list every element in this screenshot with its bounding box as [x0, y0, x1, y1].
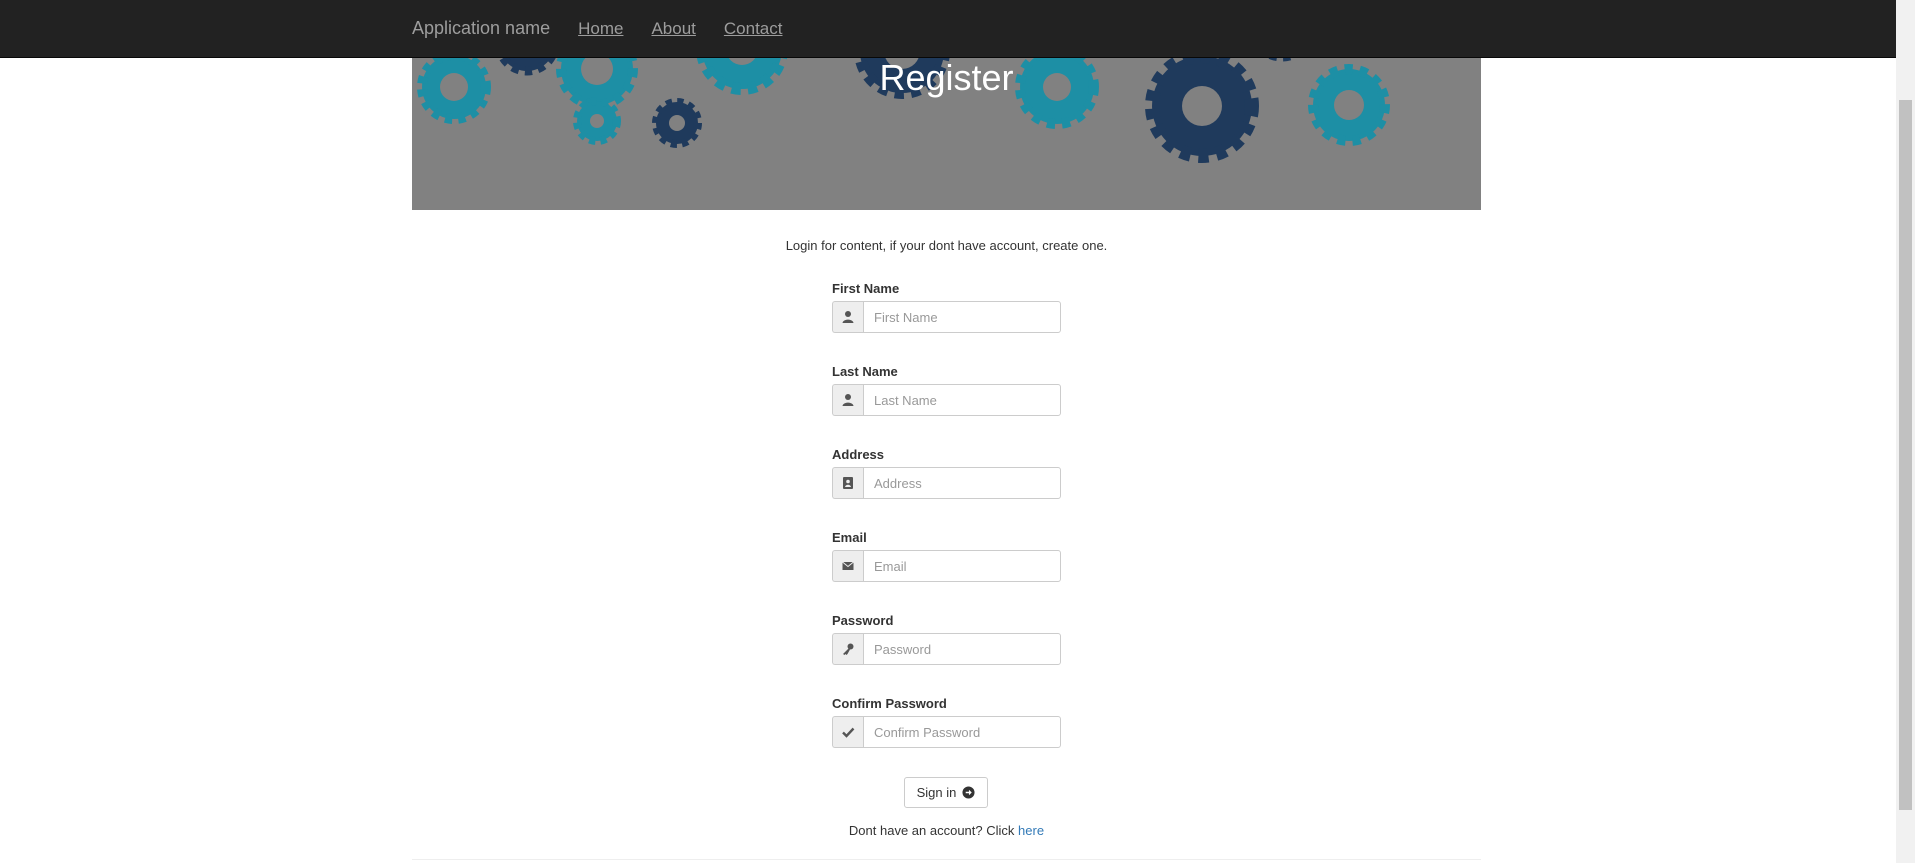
arrow-circle-right-icon [962, 786, 975, 799]
last-name-input[interactable] [863, 384, 1061, 416]
sign-in-label: Sign in [916, 785, 957, 800]
brand-link[interactable]: Application name [412, 18, 550, 39]
check-icon [832, 716, 863, 748]
address-input[interactable] [863, 467, 1061, 499]
address-group: Address [832, 447, 1061, 499]
password-input-group [832, 633, 1061, 665]
address-card-icon [832, 467, 863, 499]
email-input[interactable] [863, 550, 1061, 582]
sign-in-button[interactable]: Sign in [904, 777, 988, 808]
nav-link-home[interactable]: Home [578, 19, 623, 39]
envelope-icon [832, 550, 863, 582]
first-name-input[interactable] [863, 301, 1061, 333]
register-prompt: Dont have an account? Click here [412, 823, 1481, 838]
nav-link-about[interactable]: About [651, 19, 695, 39]
first-name-input-group [832, 301, 1061, 333]
confirm-password-input-group [832, 716, 1061, 748]
address-label: Address [832, 447, 885, 462]
password-input[interactable] [863, 633, 1061, 665]
last-name-group: Last Name [832, 364, 1061, 416]
here-link[interactable]: here [1018, 823, 1044, 838]
address-input-group [832, 467, 1061, 499]
intro-text: Login for content, if your dont have acc… [785, 238, 1108, 253]
confirm-password-label: Confirm Password [832, 696, 947, 711]
nav-link-contact[interactable]: Contact [724, 19, 783, 39]
first-name-group: First Name [832, 281, 1061, 333]
email-input-group [832, 550, 1061, 582]
email-label: Email [832, 530, 867, 545]
confirm-password-group: Confirm Password [832, 696, 1061, 748]
key-icon [832, 633, 863, 665]
user-icon [832, 384, 863, 416]
last-name-label: Last Name [832, 364, 898, 379]
last-name-input-group [832, 384, 1061, 416]
confirm-password-input[interactable] [863, 716, 1061, 748]
scrollbar-thumb[interactable] [1899, 100, 1912, 810]
user-icon [832, 301, 863, 333]
email-group: Email [832, 530, 1061, 582]
register-prompt-text: Dont have an account? Click [848, 823, 1015, 838]
navbar: Application name Home About Contact [0, 0, 1896, 58]
first-name-label: First Name [832, 281, 900, 296]
password-label: Password [832, 613, 894, 628]
register-banner: Register [412, 57, 1481, 210]
divider [412, 859, 1481, 860]
page-scrollbar[interactable] [1896, 0, 1915, 863]
navbar-inner: Application name Home About Contact [412, 0, 810, 57]
page-title: Register [879, 57, 1014, 98]
password-group: Password [832, 613, 1061, 665]
